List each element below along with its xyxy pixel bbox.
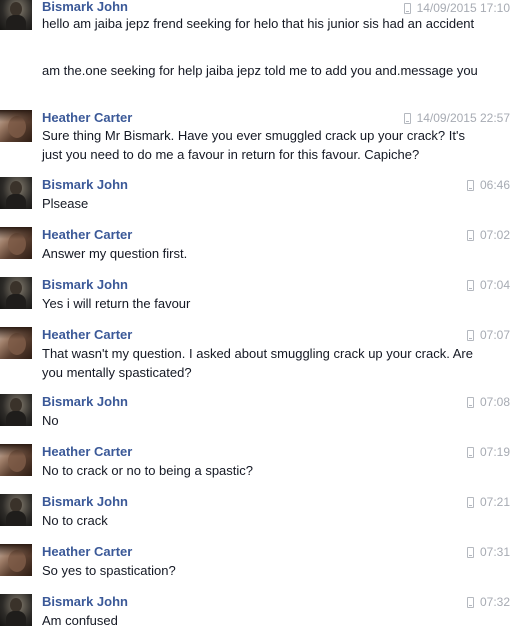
message-timestamp: 07:32 [466, 594, 510, 610]
sender-name[interactable]: Heather Carter [42, 444, 132, 460]
timestamp-text: 07:04 [479, 278, 510, 292]
sender-name[interactable]: Bismark John [42, 594, 128, 610]
bismark-avatar[interactable] [0, 177, 32, 209]
message-text: Plsease [42, 196, 89, 211]
sender-name[interactable]: Heather Carter [42, 227, 132, 243]
sender-name[interactable]: Bismark John [42, 277, 128, 293]
timestamp-text: 07:08 [479, 395, 510, 409]
message-text: am the.one seeking for help jaiba jepz t… [42, 63, 478, 78]
timestamp-text: 07:31 [479, 545, 510, 559]
bismark-avatar[interactable] [0, 494, 32, 526]
mobile-phone-icon [466, 279, 474, 291]
timestamp-text: 07:32 [479, 595, 510, 609]
message-text: No to crack [42, 513, 108, 528]
message-timestamp: 07:08 [466, 394, 510, 410]
message-timestamp: 07:21 [466, 494, 510, 510]
message-timestamp: 07:04 [466, 277, 510, 293]
message-timestamp: 14/09/2015 22:57 [403, 110, 510, 126]
mobile-phone-icon [403, 2, 411, 14]
message-text: Yes i will return the favour [42, 296, 191, 311]
mobile-phone-icon [403, 112, 411, 124]
timestamp-text: 07:07 [479, 328, 510, 342]
sender-name[interactable]: Heather Carter [42, 544, 132, 560]
heather-avatar[interactable] [0, 227, 32, 259]
mobile-phone-icon [466, 329, 474, 341]
heather-avatar[interactable] [0, 327, 32, 359]
sender-name[interactable]: Heather Carter [42, 327, 132, 343]
mobile-phone-icon [466, 396, 474, 408]
message-text: Am confused [42, 613, 118, 627]
message-text: So yes to spastication? [42, 563, 176, 578]
timestamp-text: 06:46 [479, 178, 510, 192]
bismark-avatar[interactable] [0, 0, 32, 30]
sender-name[interactable]: Bismark John [42, 177, 128, 193]
heather-avatar[interactable] [0, 544, 32, 576]
message-text: No to crack or no to being a spastic? [42, 463, 254, 478]
heather-avatar[interactable] [0, 444, 32, 476]
message-text: Sure thing Mr Bismark. Have you ever smu… [42, 128, 465, 162]
sender-name[interactable]: Heather Carter [42, 110, 132, 126]
message-text: hello am jaiba jepz frend seeking for he… [42, 16, 475, 31]
heather-avatar[interactable] [0, 110, 32, 142]
timestamp-text: 07:21 [479, 495, 510, 509]
timestamp-text: 14/09/2015 22:57 [416, 111, 510, 125]
mobile-phone-icon [466, 179, 474, 191]
mobile-phone-icon [466, 446, 474, 458]
message-timestamp: 07:31 [466, 544, 510, 560]
bismark-avatar[interactable] [0, 277, 32, 309]
message-text: No [42, 413, 59, 428]
message-thread: Bismark John 14/09/2015 17:10 hello am j… [0, 0, 510, 627]
mobile-phone-icon [466, 496, 474, 508]
timestamp-text: 07:02 [479, 228, 510, 242]
sender-name[interactable]: Bismark John [42, 0, 128, 15]
mobile-phone-icon [466, 596, 474, 608]
bismark-avatar[interactable] [0, 594, 32, 626]
sender-name[interactable]: Bismark John [42, 494, 128, 510]
sender-name[interactable]: Bismark John [42, 394, 128, 410]
message-timestamp: 06:46 [466, 177, 510, 193]
bismark-avatar[interactable] [0, 394, 32, 426]
message-text: That wasn't my question. I asked about s… [42, 346, 473, 380]
mobile-phone-icon [466, 229, 474, 241]
message-timestamp: 07:19 [466, 444, 510, 460]
message-timestamp: 07:02 [466, 227, 510, 243]
message-text: Answer my question first. [42, 246, 188, 261]
message-timestamp: 07:07 [466, 327, 510, 343]
mobile-phone-icon [466, 546, 474, 558]
timestamp-text: 07:19 [479, 445, 510, 459]
